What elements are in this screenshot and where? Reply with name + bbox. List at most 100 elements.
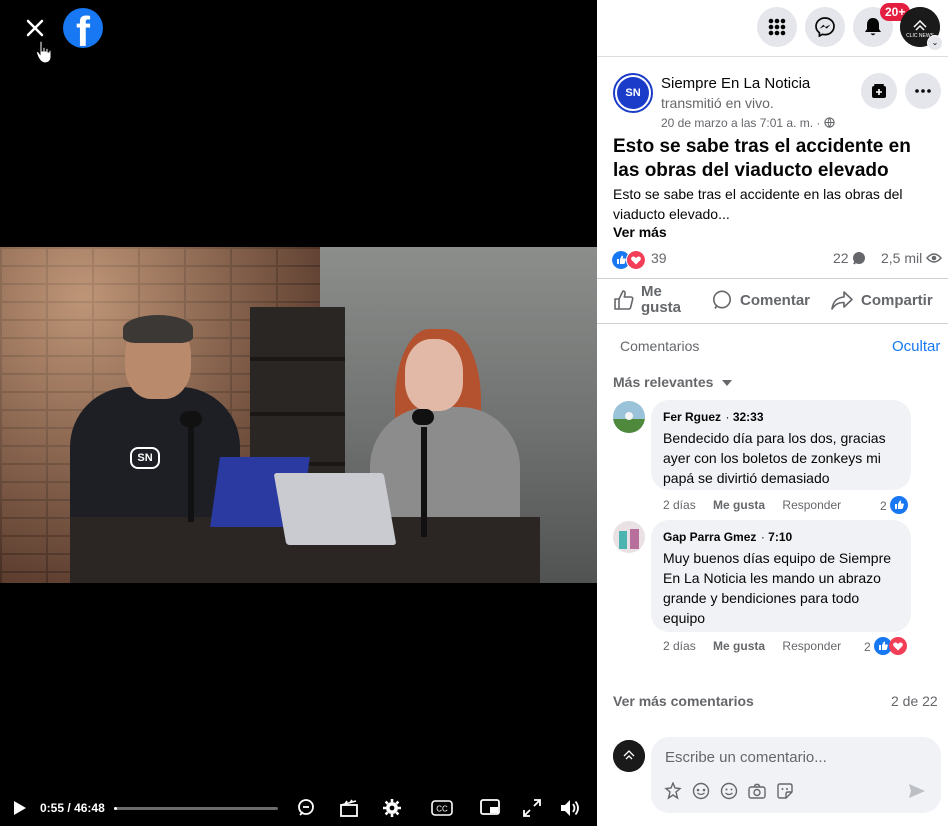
progress-fill: [114, 807, 118, 810]
chevron-down-icon[interactable]: ⌄: [927, 35, 943, 51]
microphone: [180, 411, 202, 427]
comment-reactions[interactable]: 2: [864, 637, 908, 655]
comment-like-link[interactable]: Me gusta: [713, 498, 765, 512]
volume-icon[interactable]: [558, 790, 582, 826]
commenter-avatar[interactable]: [613, 521, 645, 553]
comment-age[interactable]: 2 días: [663, 639, 696, 653]
share-label: Compartir: [861, 291, 933, 309]
progress-bar[interactable]: [114, 807, 278, 810]
like-button[interactable]: Me gusta: [613, 279, 691, 321]
reactions-count[interactable]: 39: [651, 250, 667, 266]
comment-meta: 2 días Me gusta Responder: [663, 498, 855, 512]
post-date[interactable]: 20 de marzo a las 7:01 a. m. ·: [661, 116, 835, 130]
comment-age[interactable]: 2 días: [663, 498, 696, 512]
sn-logo-badge: SN: [130, 447, 160, 469]
comment-reaction-count: 2: [864, 640, 871, 654]
captions-chat-icon[interactable]: [294, 790, 318, 826]
comment-input[interactable]: [663, 745, 927, 769]
host-b-face: [405, 339, 463, 411]
gif-icon[interactable]: [691, 781, 711, 801]
love-reaction-icon: [889, 637, 908, 655]
comment-bubble: Fer Rguez · 32:33 Bendecido día para los…: [651, 400, 911, 490]
mic-stand: [188, 427, 194, 522]
like-label: Me gusta: [641, 283, 682, 316]
more-icon[interactable]: [905, 73, 941, 109]
share-button[interactable]: Compartir: [831, 279, 933, 321]
save-icon[interactable]: [861, 73, 897, 109]
shelf: [250, 412, 345, 416]
comments-header: Comentarios: [620, 338, 700, 354]
comment-bubble-icon: [853, 252, 866, 265]
messenger-icon[interactable]: [805, 7, 845, 47]
post-action-text: transmitió en vivo.: [661, 95, 774, 111]
views-count: 2,5 mil: [881, 250, 943, 266]
eye-icon: [926, 253, 943, 263]
video-controls: 0:55 / 46:48 CC: [0, 790, 597, 826]
comment-label: Comentar: [740, 291, 811, 309]
comments-sort-dropdown[interactable]: Más relevantes: [613, 374, 733, 390]
see-more-link[interactable]: Ver más: [613, 224, 667, 240]
comment-reaction-count: 2: [880, 499, 887, 513]
hide-comments-link[interactable]: Ocultar: [892, 338, 940, 355]
share-icon: [831, 291, 853, 310]
composer-avatar[interactable]: [613, 740, 645, 772]
comment-timestamp[interactable]: 32:33: [733, 410, 764, 424]
comment-timestamp[interactable]: 7:10: [768, 530, 792, 544]
page-avatar[interactable]: SN: [613, 73, 653, 113]
like-reaction-icon: [890, 496, 909, 514]
comment-meta: 2 días Me gusta Responder: [663, 639, 855, 653]
cc-icon[interactable]: CC: [430, 790, 454, 826]
comments-pagination: 2 de 22: [891, 693, 938, 709]
sticker-icon[interactable]: [775, 781, 795, 801]
comment-button[interactable]: Comentar: [712, 279, 810, 321]
svg-text:CC: CC: [436, 805, 448, 814]
play-icon[interactable]: [8, 790, 32, 826]
comment-author[interactable]: Fer Rguez: [663, 410, 721, 424]
reactions-summary: 39 22 2,5 mil: [611, 249, 943, 270]
globe-icon: [824, 117, 835, 128]
video-frame[interactable]: SN: [0, 247, 597, 583]
page-avatar-text: SN: [617, 77, 649, 109]
laptop: [273, 473, 397, 545]
like-icon: [614, 290, 634, 310]
camera-icon[interactable]: [747, 781, 767, 801]
comment-text: Bendecido día para los dos, gracias ayer…: [663, 430, 886, 486]
post-panel: SN Siempre En La Noticia transmitió en v…: [597, 57, 948, 826]
emoji-icon[interactable]: [719, 781, 739, 801]
mic-stand: [421, 427, 427, 537]
avatar-sticker-icon[interactable]: [663, 781, 683, 801]
menu-grid-icon[interactable]: [757, 7, 797, 47]
caret-down-icon: [722, 380, 733, 386]
see-more-comments-link[interactable]: Ver más comentarios: [613, 693, 754, 709]
love-reaction-icon: [626, 250, 646, 270]
hand-cursor-icon: [36, 40, 52, 64]
video-viewer: f SN 0:55 / 46:48 CC: [0, 0, 597, 826]
comment-like-link[interactable]: Me gusta: [713, 639, 765, 653]
fullscreen-icon[interactable]: [520, 790, 544, 826]
page-name[interactable]: Siempre En La Noticia: [661, 75, 810, 92]
microphone: [412, 409, 434, 425]
time-display: 0:55 / 46:48: [40, 801, 105, 815]
post-title: Esto se sabe tras el accidente en las ob…: [613, 136, 911, 181]
comment-reply-link[interactable]: Responder: [782, 498, 841, 512]
clapperboard-icon[interactable]: [337, 790, 361, 826]
host-a-hair: [123, 315, 193, 343]
send-icon[interactable]: [907, 781, 927, 801]
commenter-avatar[interactable]: [613, 401, 645, 433]
sort-label: Más relevantes: [613, 374, 714, 390]
comment-reactions[interactable]: 2: [880, 496, 909, 514]
comment-text: Muy buenos días equipo de Siempre En La …: [663, 550, 892, 626]
comment-author[interactable]: Gap Parra Gmez: [663, 530, 756, 544]
facebook-logo[interactable]: f: [63, 8, 103, 48]
divider: [597, 323, 948, 324]
miniplayer-icon[interactable]: [478, 790, 502, 826]
comment-icon: [713, 290, 731, 309]
comment-reply-link[interactable]: Responder: [782, 639, 841, 653]
comments-count[interactable]: 22: [833, 250, 866, 266]
post-date-text: 20 de marzo a las 7:01 a. m. ·: [661, 116, 821, 130]
close-icon[interactable]: [20, 13, 50, 43]
shelf: [250, 357, 345, 361]
comment-bubble: Gap Parra Gmez · 7:10 Muy buenos días eq…: [651, 520, 911, 632]
post-body: Esto se sabe tras el accidente en las ob…: [613, 186, 903, 222]
settings-icon[interactable]: [380, 790, 404, 826]
